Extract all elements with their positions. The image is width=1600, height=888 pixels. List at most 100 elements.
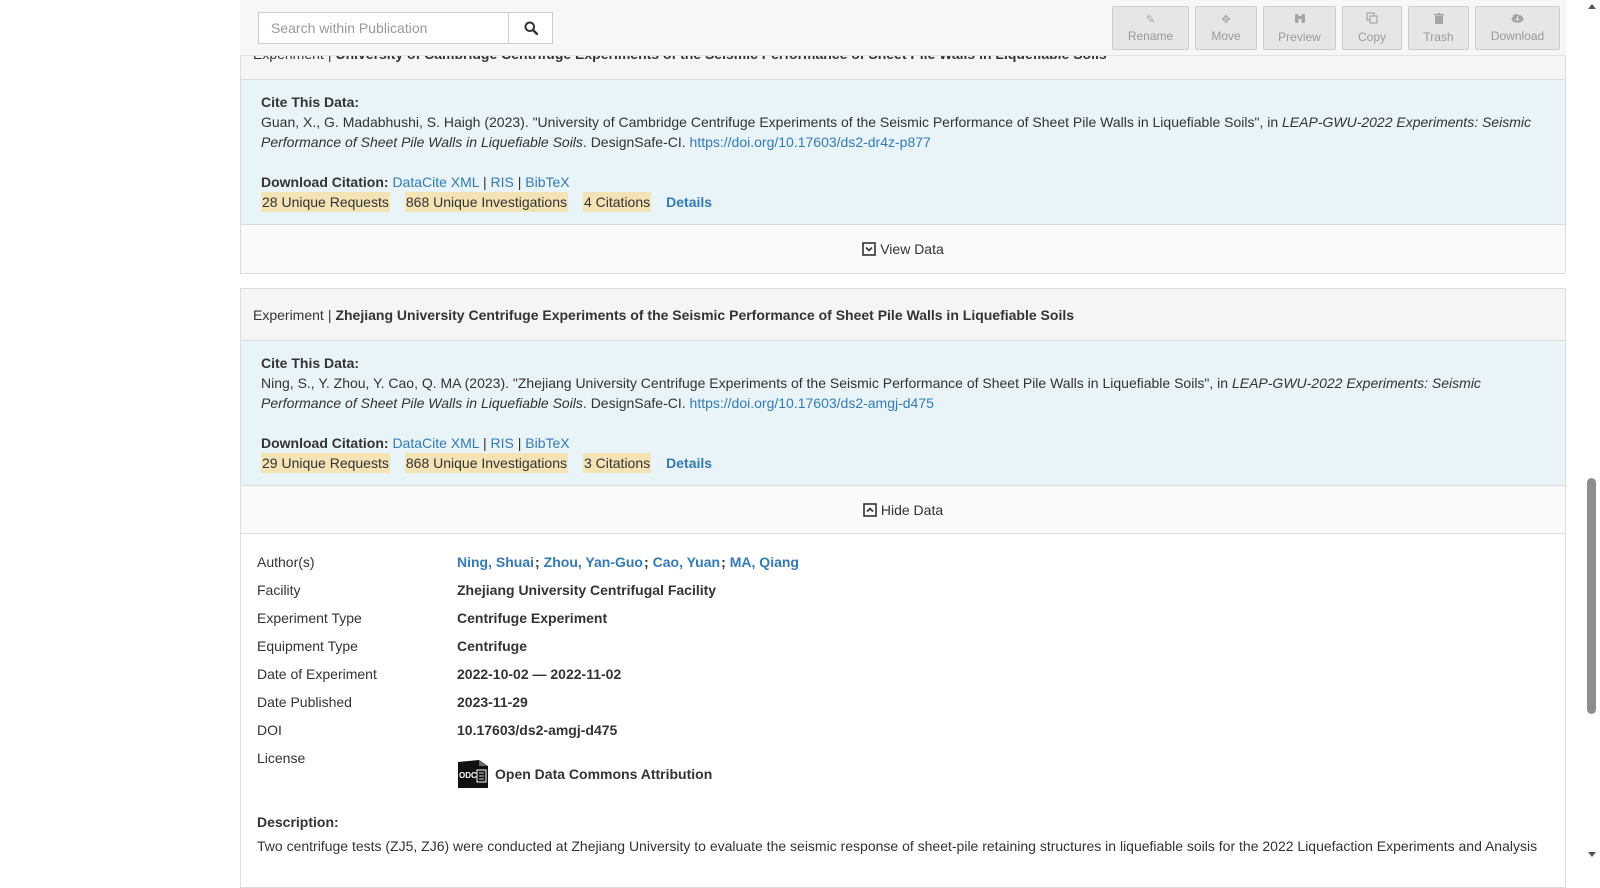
unique-requests-badge: 28 Unique Requests [261,192,390,212]
ris-link[interactable]: RIS [490,435,513,451]
search-icon [524,21,538,35]
cite-label: Cite This Data: [261,94,360,110]
details-link[interactable]: Details [666,453,712,473]
odc-license-icon: ODC [458,760,488,788]
authors-row: Author(s) Ning, Shuai; Zhou, Yan-Guo; Cao,… [257,554,1549,582]
bibtex-link[interactable]: BibTeX [525,435,569,451]
cloud-download-icon [1511,13,1524,26]
doi-row: DOI 10.17603/ds2-amgj-d475 [257,722,1549,750]
equipment-type-row: Equipment Type Centrifuge [257,638,1549,666]
experiment-card-cambridge: Experiment | University of Cambridge Cen… [240,27,1566,274]
search-bar [258,12,553,44]
author-link[interactable]: Ning, Shuai [457,554,534,570]
view-data-label: View Data [880,241,944,257]
experiment-type-row: Experiment Type Centrifuge Experiment [257,610,1549,638]
author-link[interactable]: MA, Qiang [730,554,799,570]
citation-publisher: . DesignSafe-CI. [582,395,690,411]
copy-icon [1366,12,1378,27]
authors-list: Ning, Shuai; Zhou, Yan-Guo; Cao, Yuan; MA, … [457,554,799,570]
license-label: License [257,750,306,766]
experiment-card-zhejiang: Experiment | Zhejiang University Centrif… [240,288,1566,888]
format-separator: | [482,174,487,190]
details-link[interactable]: Details [666,192,712,212]
download-button[interactable]: Download [1475,6,1560,50]
scrollbar-thumb[interactable] [1587,478,1596,714]
citation-text: Ning, S., Y. Zhou, Y. Cao, Q. MA (2023).… [261,373,1545,413]
bibtex-link[interactable]: BibTeX [525,174,569,190]
doi-value: 10.17603/ds2-amgj-d475 [457,722,618,738]
date-of-experiment-value: 2022-10-02 — 2022-11-02 [457,666,622,682]
citations-badge: 3 Citations [582,453,652,473]
doi-link[interactable]: https://doi.org/10.17603/ds2-dr4z-p877 [690,134,931,150]
copy-button[interactable]: Copy [1342,6,1402,50]
download-label: Download [1490,29,1545,43]
doi-link[interactable]: https://doi.org/10.17603/ds2-amgj-d475 [690,395,934,411]
experiment-type-label: Experiment Type [257,610,362,626]
equipment-type-label: Equipment Type [257,638,358,654]
format-separator: | [517,435,522,451]
chevron-down-square-icon [862,242,877,256]
license-value: ODC Open Data Commons Attribution [457,758,712,790]
svg-text:ODC: ODC [459,771,477,780]
unique-requests-badge: 29 Unique Requests [261,453,390,473]
hide-data-toggle[interactable]: Hide Data [241,486,1565,534]
preview-button[interactable]: Preview [1263,6,1336,50]
citation-main: Ning, S., Y. Zhou, Y. Cao, Q. MA (2023).… [261,375,1232,391]
move-label: Move [1211,28,1241,43]
datacite-xml-link[interactable]: DataCite XML [392,435,479,451]
ris-link[interactable]: RIS [490,174,513,190]
citations-badge: 4 Citations [582,192,652,212]
facility-label: Facility [257,582,301,598]
copy-label: Copy [1357,30,1386,44]
cite-panel: Cite This Data: Guan, X., G. Madabhushi,… [241,80,1565,225]
description-label: Description: [257,814,339,830]
date-published-label: Date Published [257,694,352,710]
format-separator: | [517,174,522,190]
move-button[interactable]: ✥ Move [1195,6,1257,50]
cite-label: Cite This Data: [261,355,360,371]
citation-publisher: . DesignSafe-CI. [582,134,690,150]
search-button[interactable] [508,12,553,44]
rename-label: Rename [1127,28,1174,43]
experiment-title: Zhejiang University Centrifuge Experimen… [335,306,1075,323]
hide-data-label: Hide Data [880,501,944,518]
license-name: Open Data Commons Attribution [495,766,713,782]
date-of-experiment-row: Date of Experiment 2022-10-02 — 2022-11-… [257,666,1549,694]
scroll-up-arrow-icon[interactable] [1588,4,1596,9]
publication-toolbar: ✎ Rename ✥ Move Preview Copy Trash [240,0,1566,56]
binoculars-icon [1294,13,1306,27]
experiment-header: Experiment | Zhejiang University Centrif… [241,289,1565,341]
pencil-icon: ✎ [1145,13,1156,26]
author-link[interactable]: Zhou, Yan-Guo [544,554,643,570]
author-link[interactable]: Cao, Yuan [653,554,720,570]
download-citation-label: Download Citation: [261,174,389,190]
description-text: Two centrifuge tests (ZJ5, ZJ6) were con… [257,838,1538,854]
search-input[interactable] [258,12,508,44]
facility-row: Facility Zhejiang University Centrifugal… [257,582,1549,610]
equipment-type-value: Centrifuge [457,638,527,654]
experiment-type: Experiment [253,306,324,323]
unique-investigations-badge: 868 Unique Investigations [404,453,568,473]
move-icon: ✥ [1221,13,1231,26]
download-citation-label: Download Citation: [261,435,389,451]
datacite-xml-link[interactable]: DataCite XML [392,174,479,190]
vertical-scrollbar[interactable] [1584,0,1600,861]
doi-label: DOI [257,722,282,738]
rename-button[interactable]: ✎ Rename [1112,6,1189,50]
unique-investigations-badge: 868 Unique Investigations [404,192,568,212]
citation-main: Guan, X., G. Madabhushi, S. Haigh (2023)… [261,114,1283,130]
trash-label: Trash [1423,29,1454,44]
metadata-section: Author(s) Ning, Shuai; Zhou, Yan-Guo; Cao,… [241,534,1565,856]
scroll-down-arrow-icon[interactable] [1588,852,1596,857]
trash-icon [1433,12,1444,27]
date-published-value: 2023-11-29 [457,694,528,710]
experiment-type-value: Centrifuge Experiment [457,610,608,626]
view-data-toggle[interactable]: View Data [241,225,1565,273]
download-citation-row: Download Citation: DataCite XML | RIS | … [261,433,1545,453]
citation-text: Guan, X., G. Madabhushi, S. Haigh (2023)… [261,112,1545,152]
header-separator: | [327,306,332,323]
format-separator: | [482,435,487,451]
trash-button[interactable]: Trash [1408,6,1469,50]
cite-panel: Cite This Data: Ning, S., Y. Zhou, Y. Ca… [241,341,1565,486]
date-of-experiment-label: Date of Experiment [257,666,377,682]
